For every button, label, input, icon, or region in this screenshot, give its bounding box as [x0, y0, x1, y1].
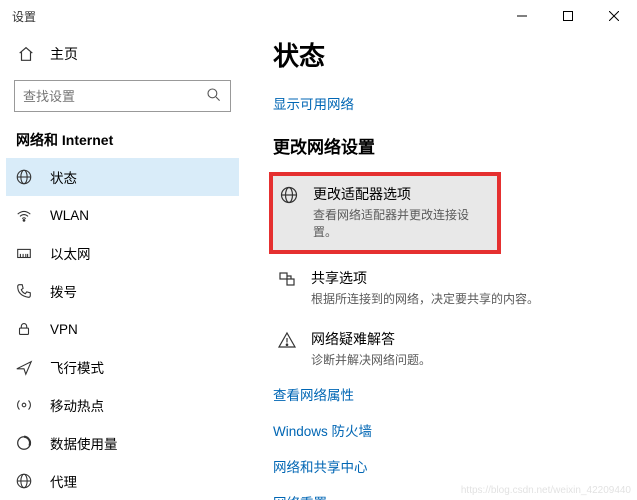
data-usage-icon — [14, 434, 34, 452]
phone-icon — [14, 282, 34, 300]
sidebar-section-title: 网络和 Internet — [14, 126, 231, 158]
globe-icon — [279, 184, 299, 206]
sidebar-item-dialup[interactable]: 拨号 — [6, 272, 239, 310]
home-label: 主页 — [50, 44, 78, 64]
home-icon — [16, 45, 36, 63]
sidebar-item-label: VPN — [50, 322, 78, 337]
highlight-annotation: 更改适配器选项 查看网络适配器并更改连接设置。 — [269, 172, 501, 254]
home-button[interactable]: 主页 — [14, 38, 231, 74]
sidebar-item-label: 拨号 — [50, 281, 77, 301]
window-title: 设置 — [12, 8, 36, 25]
sidebar-item-hotspot[interactable]: 移动热点 — [6, 386, 239, 424]
sidebar-item-label: 移动热点 — [50, 395, 104, 415]
close-button[interactable] — [591, 0, 637, 32]
wifi-icon — [14, 206, 34, 224]
main-panel: 状态 显示可用网络 更改网络设置 更改适配器选项 查看网络适配器并更改连接设置。… — [245, 32, 637, 500]
show-networks-link[interactable]: 显示可用网络 — [273, 93, 617, 113]
link-network-props[interactable]: 查看网络属性 — [273, 384, 617, 404]
option-title: 共享选项 — [311, 268, 539, 288]
sidebar-item-label: 代理 — [50, 471, 77, 491]
vpn-icon — [14, 320, 34, 338]
link-firewall[interactable]: Windows 防火墙 — [273, 420, 617, 440]
sidebar-item-airplane[interactable]: 飞行模式 — [6, 348, 239, 386]
sidebar-item-ethernet[interactable]: 以太网 — [6, 234, 239, 272]
option-desc: 根据所连接到的网络，决定要共享的内容。 — [311, 290, 539, 307]
sharing-icon — [277, 268, 297, 290]
sidebar: 主页 网络和 Internet 状态 WLAN 以太网 — [0, 32, 245, 500]
sidebar-item-label: 以太网 — [50, 243, 91, 263]
watermark: https://blog.csdn.net/weixin_42209440 — [461, 485, 631, 496]
option-title: 网络疑难解答 — [311, 329, 431, 349]
option-title: 更改适配器选项 — [313, 184, 491, 204]
maximize-button[interactable] — [545, 0, 591, 32]
sidebar-item-vpn[interactable]: VPN — [6, 310, 239, 348]
globe-icon — [14, 472, 34, 490]
page-title: 状态 — [273, 36, 617, 73]
sidebar-item-status[interactable]: 状态 — [6, 158, 239, 196]
sidebar-item-wlan[interactable]: WLAN — [6, 196, 239, 234]
link-sharing-center[interactable]: 网络和共享中心 — [273, 456, 617, 476]
search-input[interactable] — [23, 89, 206, 104]
hotspot-icon — [14, 396, 34, 414]
sidebar-item-proxy[interactable]: 代理 — [6, 462, 239, 500]
sidebar-item-datausage[interactable]: 数据使用量 — [6, 424, 239, 462]
sidebar-item-label: 状态 — [50, 167, 77, 187]
globe-icon — [14, 168, 34, 186]
change-settings-heading: 更改网络设置 — [273, 133, 617, 158]
search-box[interactable] — [14, 80, 231, 112]
option-sharing[interactable]: 共享选项 根据所连接到的网络，决定要共享的内容。 — [273, 262, 617, 313]
airplane-icon — [14, 358, 34, 376]
minimize-button[interactable] — [499, 0, 545, 32]
warning-icon — [277, 329, 297, 351]
option-troubleshoot[interactable]: 网络疑难解答 诊断并解决网络问题。 — [273, 323, 617, 374]
sidebar-item-label: 飞行模式 — [50, 357, 104, 377]
option-desc: 查看网络适配器并更改连接设置。 — [313, 206, 491, 240]
option-adapter[interactable]: 更改适配器选项 查看网络适配器并更改连接设置。 — [275, 178, 495, 246]
sidebar-item-label: 数据使用量 — [50, 433, 118, 453]
option-desc: 诊断并解决网络问题。 — [311, 351, 431, 368]
titlebar: 设置 — [0, 0, 637, 32]
sidebar-item-label: WLAN — [50, 208, 89, 223]
search-icon — [206, 87, 222, 106]
ethernet-icon — [14, 244, 34, 262]
